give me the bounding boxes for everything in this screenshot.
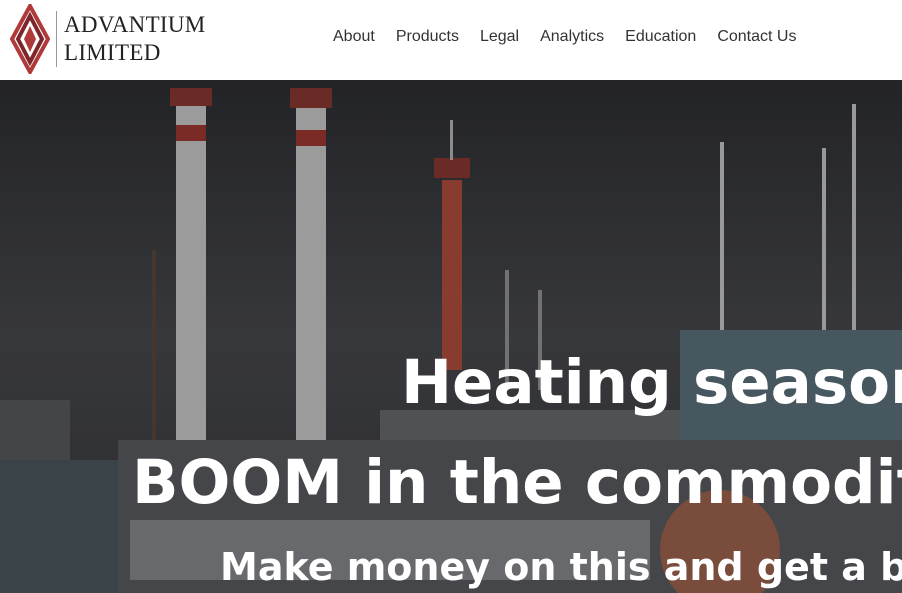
nav-item-contact-us[interactable]: Contact Us	[717, 28, 796, 46]
logo-divider	[56, 11, 57, 67]
hero-headline-1: Heating season	[401, 347, 902, 418]
logo-diamond-icon	[10, 4, 50, 74]
nav-item-education[interactable]: Education	[625, 28, 696, 46]
brand-name-line2: LIMITED	[64, 40, 161, 65]
nav-item-products[interactable]: Products	[396, 28, 459, 46]
brand-name-line1: ADVANTIUM	[64, 12, 206, 37]
nav-item-analytics[interactable]: Analytics	[540, 28, 604, 46]
brand-name: ADVANTIUM LIMITED	[64, 11, 206, 67]
hero-headline-2: BOOM in the commodity	[132, 447, 902, 518]
site-header: ADVANTIUM LIMITED About Products Legal A…	[0, 0, 902, 80]
nav-item-about[interactable]: About	[333, 28, 375, 46]
main-nav: About Products Legal Analytics Education…	[333, 28, 817, 46]
brand-logo[interactable]: ADVANTIUM LIMITED	[10, 4, 206, 74]
hero-subheadline: Make money on this and get a bonus	[220, 545, 902, 589]
nav-item-legal[interactable]: Legal	[480, 28, 519, 46]
hero-banner: Heating season BOOM in the commodity Mak…	[0, 80, 902, 593]
